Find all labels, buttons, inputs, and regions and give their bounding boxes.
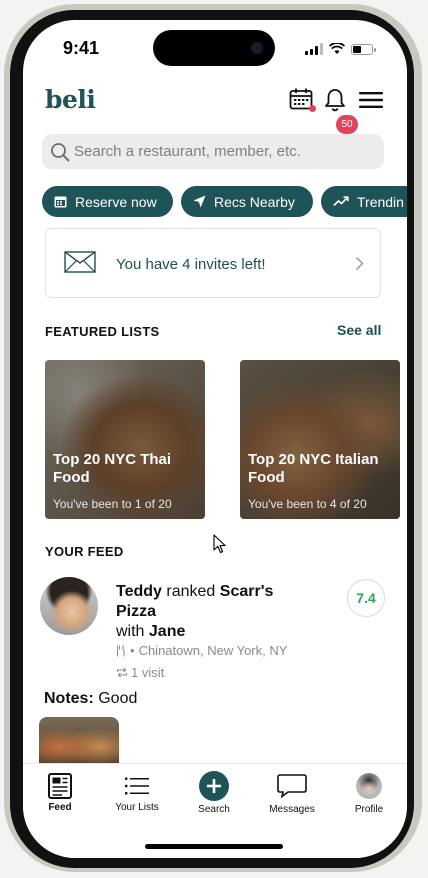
tab-your-lists[interactable]: Your Lists bbox=[102, 772, 172, 813]
chat-bubble-icon bbox=[277, 774, 307, 798]
score-badge[interactable]: 7.4 bbox=[347, 579, 385, 617]
feed-headline: Teddy ranked Scarr's Pizza bbox=[116, 582, 316, 622]
dynamic-island bbox=[153, 30, 275, 66]
bottom-tab-bar: Feed Your Lists Search Messages Profile bbox=[23, 763, 407, 858]
see-all-link[interactable]: See all bbox=[337, 322, 381, 338]
tab-profile[interactable]: Profile bbox=[334, 772, 404, 815]
featured-lists-title: FEATURED LISTS bbox=[45, 324, 160, 339]
trending-chip[interactable]: Trendin bbox=[321, 186, 407, 217]
feed-location: • Chinatown, New York, NY bbox=[116, 643, 287, 658]
bell-icon[interactable] bbox=[324, 88, 346, 112]
invite-text: You have 4 invites left! bbox=[116, 256, 266, 273]
menu-icon[interactable] bbox=[359, 92, 383, 108]
home-indicator bbox=[145, 844, 283, 849]
reserve-now-chip[interactable]: Reserve now bbox=[42, 186, 173, 217]
tab-messages[interactable]: Messages bbox=[257, 772, 327, 815]
tab-search[interactable]: Search bbox=[179, 771, 249, 815]
calendar-icon bbox=[54, 196, 67, 208]
notes-text: Good bbox=[98, 690, 138, 707]
avatar[interactable] bbox=[40, 577, 98, 635]
featured-list-card[interactable]: Top 20 NYC Italian Food You've been to 4… bbox=[240, 360, 400, 519]
feed-with: with Jane bbox=[116, 623, 185, 641]
featured-list-card[interactable]: Top 20 NYC Thai Food You've been to 1 of… bbox=[45, 360, 205, 519]
tab-label: Feed bbox=[48, 802, 72, 813]
beli-logo: beli bbox=[45, 85, 96, 114]
card-subtitle: You've been to 1 of 20 bbox=[53, 497, 172, 511]
location-dot: • bbox=[130, 643, 135, 658]
location-text: Chinatown, New York, NY bbox=[138, 643, 288, 658]
feed-user[interactable]: Teddy bbox=[116, 583, 162, 600]
camera-icon bbox=[251, 42, 263, 54]
app-header: beli 50 bbox=[23, 82, 407, 134]
avatar bbox=[356, 773, 382, 799]
app-screen: 9:41 beli 50 Search a restaurant, member… bbox=[23, 20, 407, 858]
feed-visits: 1 visit bbox=[116, 665, 164, 680]
visit-count: 1 visit bbox=[131, 665, 165, 680]
card-title: Top 20 NYC Thai Food bbox=[53, 451, 172, 486]
card-subtitle: You've been to 4 of 20 bbox=[248, 497, 367, 511]
search-input[interactable]: Search a restaurant, member, etc. bbox=[42, 134, 384, 169]
envelope-icon bbox=[64, 251, 96, 273]
feed-icon bbox=[48, 773, 72, 799]
chip-label: Reserve now bbox=[75, 193, 157, 210]
chip-label: Recs Nearby bbox=[214, 193, 295, 210]
list-icon bbox=[125, 777, 149, 795]
chip-label: Trendin bbox=[357, 193, 404, 210]
card-title: Top 20 NYC Italian Food bbox=[248, 451, 379, 486]
search-placeholder: Search a restaurant, member, etc. bbox=[74, 143, 301, 160]
tab-label: Profile bbox=[354, 804, 384, 815]
your-feed-title: YOUR FEED bbox=[45, 544, 124, 559]
notification-badge: 50 bbox=[336, 115, 358, 134]
status-time: 9:41 bbox=[63, 38, 100, 58]
with-user[interactable]: Jane bbox=[149, 623, 185, 640]
battery-icon bbox=[351, 43, 376, 55]
repeat-icon bbox=[116, 667, 128, 678]
recs-nearby-chip[interactable]: Recs Nearby bbox=[181, 186, 313, 217]
chevron-right-icon bbox=[355, 256, 364, 271]
feed-photo[interactable] bbox=[39, 717, 119, 767]
tab-feed[interactable]: Feed bbox=[25, 772, 95, 813]
card-overlay bbox=[240, 360, 400, 519]
status-bar: 9:41 bbox=[23, 20, 407, 76]
mouse-pointer-icon bbox=[213, 534, 226, 554]
calendar-dot bbox=[309, 105, 316, 112]
feed-notes: Notes: Good bbox=[44, 690, 137, 708]
tab-label: Search bbox=[198, 804, 230, 815]
card-overlay bbox=[45, 360, 205, 519]
status-icons bbox=[305, 42, 376, 56]
plus-icon bbox=[199, 771, 229, 801]
tab-label: Your Lists bbox=[115, 802, 159, 813]
notes-label: Notes: bbox=[44, 690, 94, 707]
search-icon bbox=[51, 143, 70, 162]
signal-icon bbox=[305, 43, 323, 55]
trending-up-icon bbox=[333, 196, 349, 207]
with-prefix: with bbox=[116, 623, 145, 640]
feed-action: ranked bbox=[166, 583, 216, 600]
wifi-icon bbox=[329, 43, 345, 54]
location-arrow-icon bbox=[193, 195, 206, 208]
invites-card[interactable]: You have 4 invites left! bbox=[45, 228, 381, 298]
tab-label: Messages bbox=[269, 804, 315, 815]
fork-knife-icon bbox=[117, 644, 125, 656]
